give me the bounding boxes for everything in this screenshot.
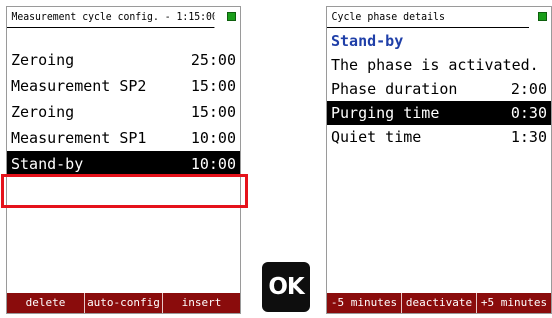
phase-status[interactable]: The phase is activated.: [327, 53, 551, 77]
phase-detail-row[interactable]: Quiet time 1:30: [327, 125, 551, 149]
battery-icon: [538, 12, 547, 21]
cycle-phase-row[interactable]: Zeroing 15:00: [7, 99, 240, 125]
cycle-phase-label: Stand-by: [11, 155, 84, 173]
auto-config-softkey[interactable]: auto-config: [84, 293, 162, 313]
cycle-phase-row[interactable]: Zeroing 25:00: [7, 47, 240, 73]
cycle-phase-row[interactable]: Measurement SP2 15:00: [7, 73, 240, 99]
phase-details-list: Stand-by The phase is activated. Phase d…: [327, 29, 551, 149]
softkey-bar: delete auto-config insert: [7, 293, 240, 313]
phase-name: Stand-by: [331, 32, 404, 50]
phase-detail-row-selected[interactable]: Purging time 0:30: [327, 101, 551, 125]
phase-detail-row[interactable]: Phase duration 2:00: [327, 77, 551, 101]
phase-details-title: Cycle phase details: [327, 7, 529, 28]
cycle-config-title: Measurement cycle config. - 1:15:00: [7, 7, 215, 28]
cycle-phase-label: Measurement SP1: [11, 129, 147, 147]
softkey-bar: -5 minutes deactivate +5 minutes: [327, 293, 551, 313]
phase-detail-label: Purging time: [331, 104, 440, 122]
cycle-phase-row[interactable]: Measurement SP1 10:00: [7, 125, 240, 151]
ok-button[interactable]: OK: [262, 262, 310, 312]
phase-detail-label: Phase duration: [331, 80, 458, 98]
deactivate-softkey[interactable]: deactivate: [401, 293, 476, 313]
insert-softkey[interactable]: insert: [162, 293, 240, 313]
cycle-phase-list: Zeroing 25:00 Measurement SP2 15:00 Zero…: [7, 47, 240, 177]
minus-5-minutes-softkey[interactable]: -5 minutes: [327, 293, 401, 313]
battery-icon: [227, 12, 236, 21]
phase-detail-value: 1:30: [510, 128, 547, 146]
cycle-phase-duration: 15:00: [190, 103, 236, 121]
cycle-phase-label: Zeroing: [11, 51, 75, 69]
phase-detail-value: 0:30: [510, 104, 547, 122]
cycle-phase-label: Zeroing: [11, 103, 75, 121]
phase-detail-label: Quiet time: [331, 128, 422, 146]
cycle-phase-duration: 25:00: [190, 51, 236, 69]
delete-softkey[interactable]: delete: [7, 293, 84, 313]
plus-5-minutes-softkey[interactable]: +5 minutes: [476, 293, 551, 313]
cycle-config-screen: Measurement cycle config. - 1:15:00 Zero…: [6, 6, 241, 314]
phase-detail-value: 2:00: [510, 80, 547, 98]
cycle-phase-duration: 10:00: [190, 129, 236, 147]
cycle-phase-label: Measurement SP2: [11, 77, 147, 95]
phase-details-screen: Cycle phase details Stand-by The phase i…: [326, 6, 552, 314]
cycle-phase-duration: 15:00: [190, 77, 236, 95]
selection-highlight-frame: [1, 174, 248, 208]
